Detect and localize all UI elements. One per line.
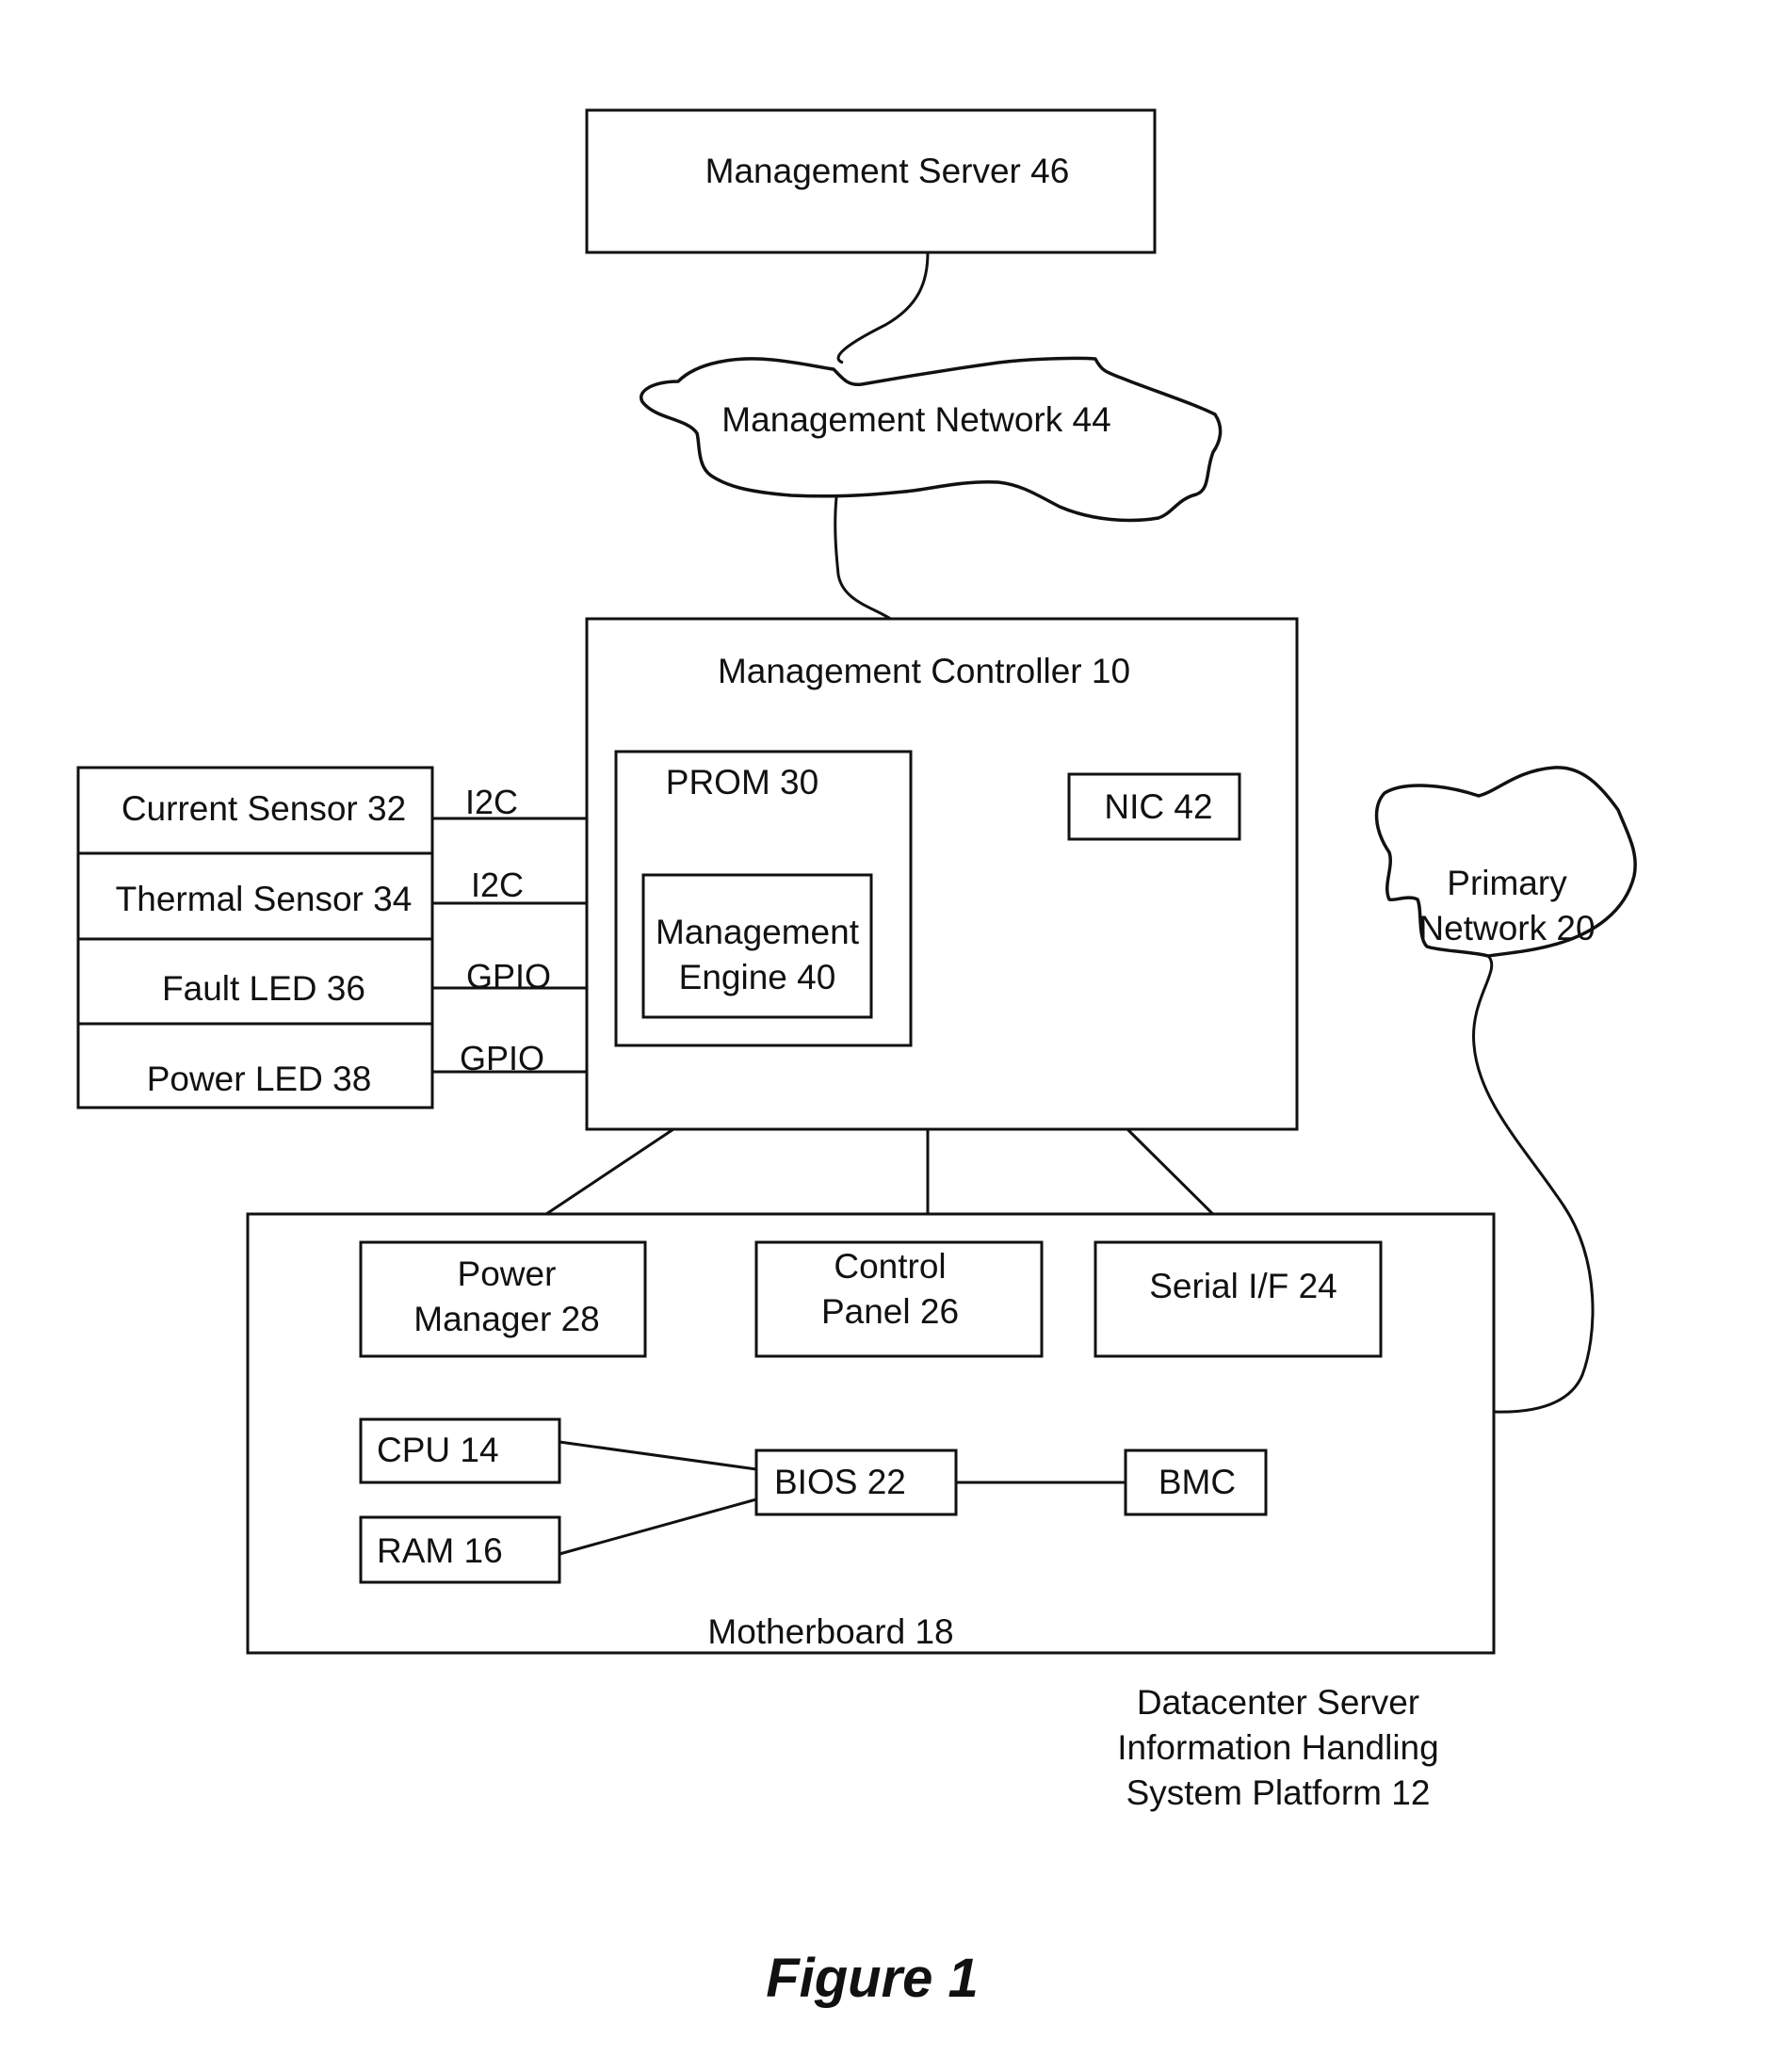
platform-label-line2: Information Handling (1117, 1728, 1438, 1767)
cpu-label: CPU 14 (377, 1431, 499, 1469)
management-controller-node: Management Controller 10 PROM 30 Managem… (585, 617, 1299, 1131)
system-diagram: Management Server 46 Management Network … (76, 108, 1637, 2009)
management-network-node: Management Network 44 (640, 356, 1223, 523)
control-panel-label-line2: Panel 26 (821, 1292, 959, 1331)
bus-label-i2c-1: I2C (465, 783, 518, 821)
control-panel-label-line1: Control (834, 1247, 946, 1286)
management-controller-label: Management Controller 10 (718, 652, 1130, 690)
bus-label-gpio-2: GPIO (460, 1039, 544, 1077)
management-engine-label-line2: Engine 40 (679, 958, 836, 996)
primary-network-node: Primary Network 20 (1374, 766, 1637, 958)
motherboard-label: Motherboard 18 (707, 1612, 953, 1651)
ram-label: RAM 16 (377, 1531, 503, 1570)
bmc-label: BMC (1158, 1463, 1236, 1501)
primary-network-label-line1: Primary (1447, 864, 1567, 902)
thermal-sensor-label: Thermal Sensor 34 (116, 880, 413, 918)
platform-label-line1: Datacenter Server (1137, 1683, 1419, 1722)
management-network-label: Management Network 44 (721, 400, 1110, 439)
management-network-cloud (640, 356, 1223, 523)
power-manager-label-line2: Manager 28 (413, 1300, 599, 1338)
sensor-stack: Current Sensor 32 Thermal Sensor 34 Faul… (76, 766, 587, 1109)
bios-label: BIOS 22 (774, 1463, 906, 1501)
server-network-link (836, 251, 930, 364)
figure-caption: Figure 1 (766, 1948, 979, 2009)
primary-network-label-line2: Network 20 (1418, 909, 1595, 947)
management-engine-label-line1: Management (656, 913, 860, 951)
power-led-label: Power LED 38 (147, 1060, 372, 1098)
prom-label: PROM 30 (666, 763, 818, 801)
bus-label-gpio-1: GPIO (466, 957, 551, 996)
platform-label: Datacenter Server Information Handling S… (1117, 1683, 1438, 1812)
serial-if-label: Serial I/F 24 (1149, 1267, 1337, 1305)
platform-label-line3: System Platform 12 (1126, 1773, 1431, 1812)
nic-label: NIC 42 (1104, 787, 1212, 826)
bus-label-i2c-2: I2C (471, 866, 524, 904)
fault-led-label: Fault LED 36 (162, 969, 365, 1008)
network-controller-link (834, 496, 896, 623)
power-manager-label-line1: Power (458, 1255, 557, 1293)
motherboard-node: Power Manager 28 Control Panel 26 Serial… (246, 1212, 1496, 1655)
management-server-label: Management Server 46 (705, 152, 1070, 190)
management-server-node: Management Server 46 (585, 108, 1157, 254)
current-sensor-label: Current Sensor 32 (122, 789, 406, 828)
